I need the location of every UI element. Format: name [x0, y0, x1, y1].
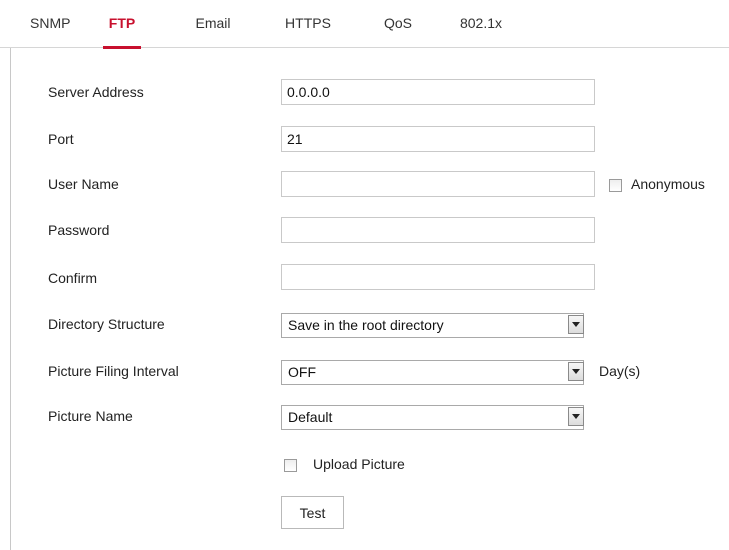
upload-picture-label: Upload Picture — [313, 456, 405, 472]
user-name-input[interactable] — [281, 171, 595, 197]
picture-name-select[interactable]: Default — [281, 405, 584, 430]
port-label: Port — [48, 131, 74, 147]
picture-name-label: Picture Name — [48, 408, 133, 424]
tab-ftp[interactable]: FTP — [103, 0, 141, 49]
chevron-down-icon[interactable] — [568, 407, 584, 426]
directory-structure-value: Save in the root directory — [288, 317, 444, 333]
test-button[interactable]: Test — [281, 496, 344, 529]
day-unit-label: Day(s) — [599, 363, 641, 379]
picture-filing-interval-value: OFF — [288, 364, 316, 380]
ftp-settings-panel — [10, 48, 729, 550]
confirm-password-input[interactable] — [281, 264, 595, 290]
tab-bar: SNMP FTP Email HTTPS QoS 802.1x — [0, 0, 729, 49]
tab-https[interactable]: HTTPS — [282, 0, 334, 47]
directory-structure-select[interactable]: Save in the root directory — [281, 313, 584, 338]
anonymous-checkbox[interactable] — [609, 179, 622, 192]
picture-filing-interval-label: Picture Filing Interval — [48, 363, 179, 379]
picture-name-value: Default — [288, 409, 333, 425]
chevron-down-icon[interactable] — [568, 362, 584, 381]
server-address-input[interactable] — [281, 79, 595, 105]
confirm-label: Confirm — [48, 270, 98, 286]
upload-picture-checkbox[interactable] — [284, 459, 297, 472]
chevron-down-icon[interactable] — [568, 315, 584, 334]
tab-email[interactable]: Email — [190, 0, 236, 47]
directory-structure-label: Directory Structure — [48, 316, 165, 332]
tab-qos[interactable]: QoS — [380, 0, 416, 47]
tab-8021x[interactable]: 802.1x — [456, 0, 506, 47]
password-input[interactable] — [281, 217, 595, 243]
picture-filing-interval-select[interactable]: OFF — [281, 360, 584, 385]
server-address-label: Server Address — [48, 84, 144, 100]
anonymous-label: Anonymous — [631, 176, 705, 192]
user-name-label: User Name — [48, 176, 119, 192]
port-input[interactable] — [281, 126, 595, 152]
tab-snmp[interactable]: SNMP — [30, 0, 70, 47]
password-label: Password — [48, 222, 110, 238]
